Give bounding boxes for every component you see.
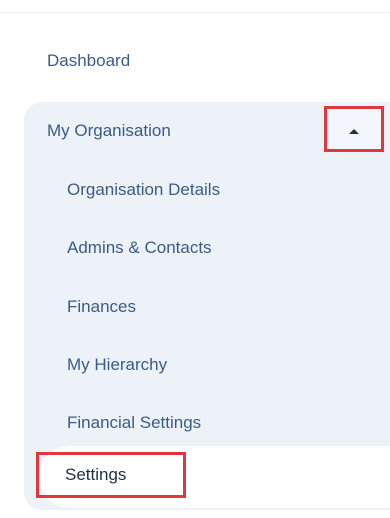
chevron-up-icon [349,129,359,134]
sidebar-group-my-organisation: My Organisation Organisation Details Adm… [24,102,390,510]
sidebar-item-my-hierarchy[interactable]: My Hierarchy [67,350,167,380]
sidebar-item-organisation-details[interactable]: Organisation Details [67,175,220,205]
sidebar-item-financial-settings[interactable]: Financial Settings [67,408,201,438]
sidebar-group-label[interactable]: My Organisation [47,116,171,146]
sidebar-nav: Dashboard My Organisation Organisation D… [0,0,390,518]
sidebar-item-finances[interactable]: Finances [67,292,136,322]
sidebar-item-settings-label[interactable]: Settings [65,460,126,490]
sidebar-item-admins-contacts[interactable]: Admins & Contacts [67,233,212,263]
top-divider [0,12,390,13]
collapse-group-button[interactable] [324,106,384,152]
sidebar-item-dashboard[interactable]: Dashboard [47,46,130,76]
